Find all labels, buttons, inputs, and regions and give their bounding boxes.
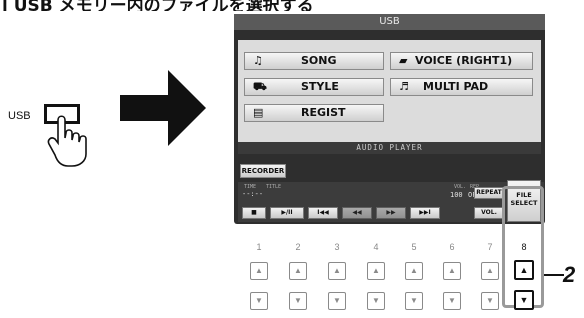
button-number: 5	[411, 242, 417, 252]
vol-value: 100	[450, 191, 463, 199]
page-heading: ] USB メモリー内のファイルを選択する	[0, 0, 314, 11]
stop-button[interactable]: ■	[242, 207, 266, 219]
lcd-screen: USB ♫ SONG ▰ VOICE (RIGHT1) ⛟ STYLE ♬ MU…	[234, 14, 545, 224]
recorder-button[interactable]: RECORDER	[240, 164, 286, 178]
arrow-right-icon	[120, 70, 206, 146]
button-number: 1	[256, 242, 262, 252]
up-button-7[interactable]: ▲	[481, 262, 499, 280]
registration-icon: ▤	[253, 106, 264, 119]
down-button-6[interactable]: ▼	[443, 292, 461, 310]
play-pause-button[interactable]: ▶/II	[270, 207, 304, 219]
button-number: 3	[334, 242, 340, 252]
style-icon: ⛟	[253, 80, 267, 93]
down-button-3[interactable]: ▼	[328, 292, 346, 310]
rewind-button[interactable]: ◀◀	[342, 207, 372, 219]
up-button-3[interactable]: ▲	[328, 262, 346, 280]
time-value: --:--	[242, 190, 264, 198]
up-button-4[interactable]: ▲	[367, 262, 385, 280]
voice-right1-button[interactable]: ▰ VOICE (RIGHT1)	[390, 52, 533, 70]
song-button[interactable]: ♫ SONG	[244, 52, 384, 70]
up-button-8[interactable]: ▲	[514, 260, 534, 280]
up-button-2[interactable]: ▲	[289, 262, 307, 280]
up-button-5[interactable]: ▲	[405, 262, 423, 280]
title-label: TITLE	[266, 184, 282, 190]
button-number: 8	[521, 242, 527, 252]
callout-line	[544, 274, 564, 276]
usb-label: USB	[8, 110, 31, 122]
usb-menu: ♫ SONG ▰ VOICE (RIGHT1) ⛟ STYLE ♬ MULTI …	[238, 40, 541, 142]
down-button-7[interactable]: ▼	[481, 292, 499, 310]
next-button[interactable]: ▶▶I	[410, 207, 440, 219]
button-number: 7	[487, 242, 493, 252]
piano-icon: ▰	[399, 54, 408, 67]
repeat-button[interactable]: REPEAT	[474, 187, 504, 199]
multipad-button[interactable]: ♬ MULTI PAD	[390, 78, 533, 96]
style-button[interactable]: ⛟ STYLE	[244, 78, 384, 96]
button-number: 4	[373, 242, 379, 252]
previous-button[interactable]: I◀◀	[308, 207, 338, 219]
down-button-5[interactable]: ▼	[405, 292, 423, 310]
pointing-hand-icon	[47, 115, 87, 167]
vol-label: VOL.	[454, 184, 467, 190]
up-button-1[interactable]: ▲	[250, 262, 268, 280]
audio-player-panel: TIME TITLE --:-- VOL. REP. 100 OFF ■ ▶/I…	[238, 182, 544, 222]
down-button-1[interactable]: ▼	[250, 292, 268, 310]
fast-forward-button[interactable]: ▶▶	[376, 207, 406, 219]
down-button-8[interactable]: ▼	[514, 290, 534, 310]
button-number: 2	[295, 242, 301, 252]
down-button-4[interactable]: ▼	[367, 292, 385, 310]
down-button-2[interactable]: ▼	[289, 292, 307, 310]
music-note-icon: ♫	[253, 54, 263, 67]
regist-button[interactable]: ▤ REGIST	[244, 104, 384, 122]
up-button-6[interactable]: ▲	[443, 262, 461, 280]
audio-player-title: AUDIO PLAYER	[238, 142, 541, 154]
button-number: 6	[449, 242, 455, 252]
multipad-icon: ♬	[399, 80, 409, 93]
step-number: 2	[563, 262, 576, 287]
volume-button[interactable]: VOL.	[474, 207, 504, 219]
screen-title: USB	[234, 14, 545, 30]
